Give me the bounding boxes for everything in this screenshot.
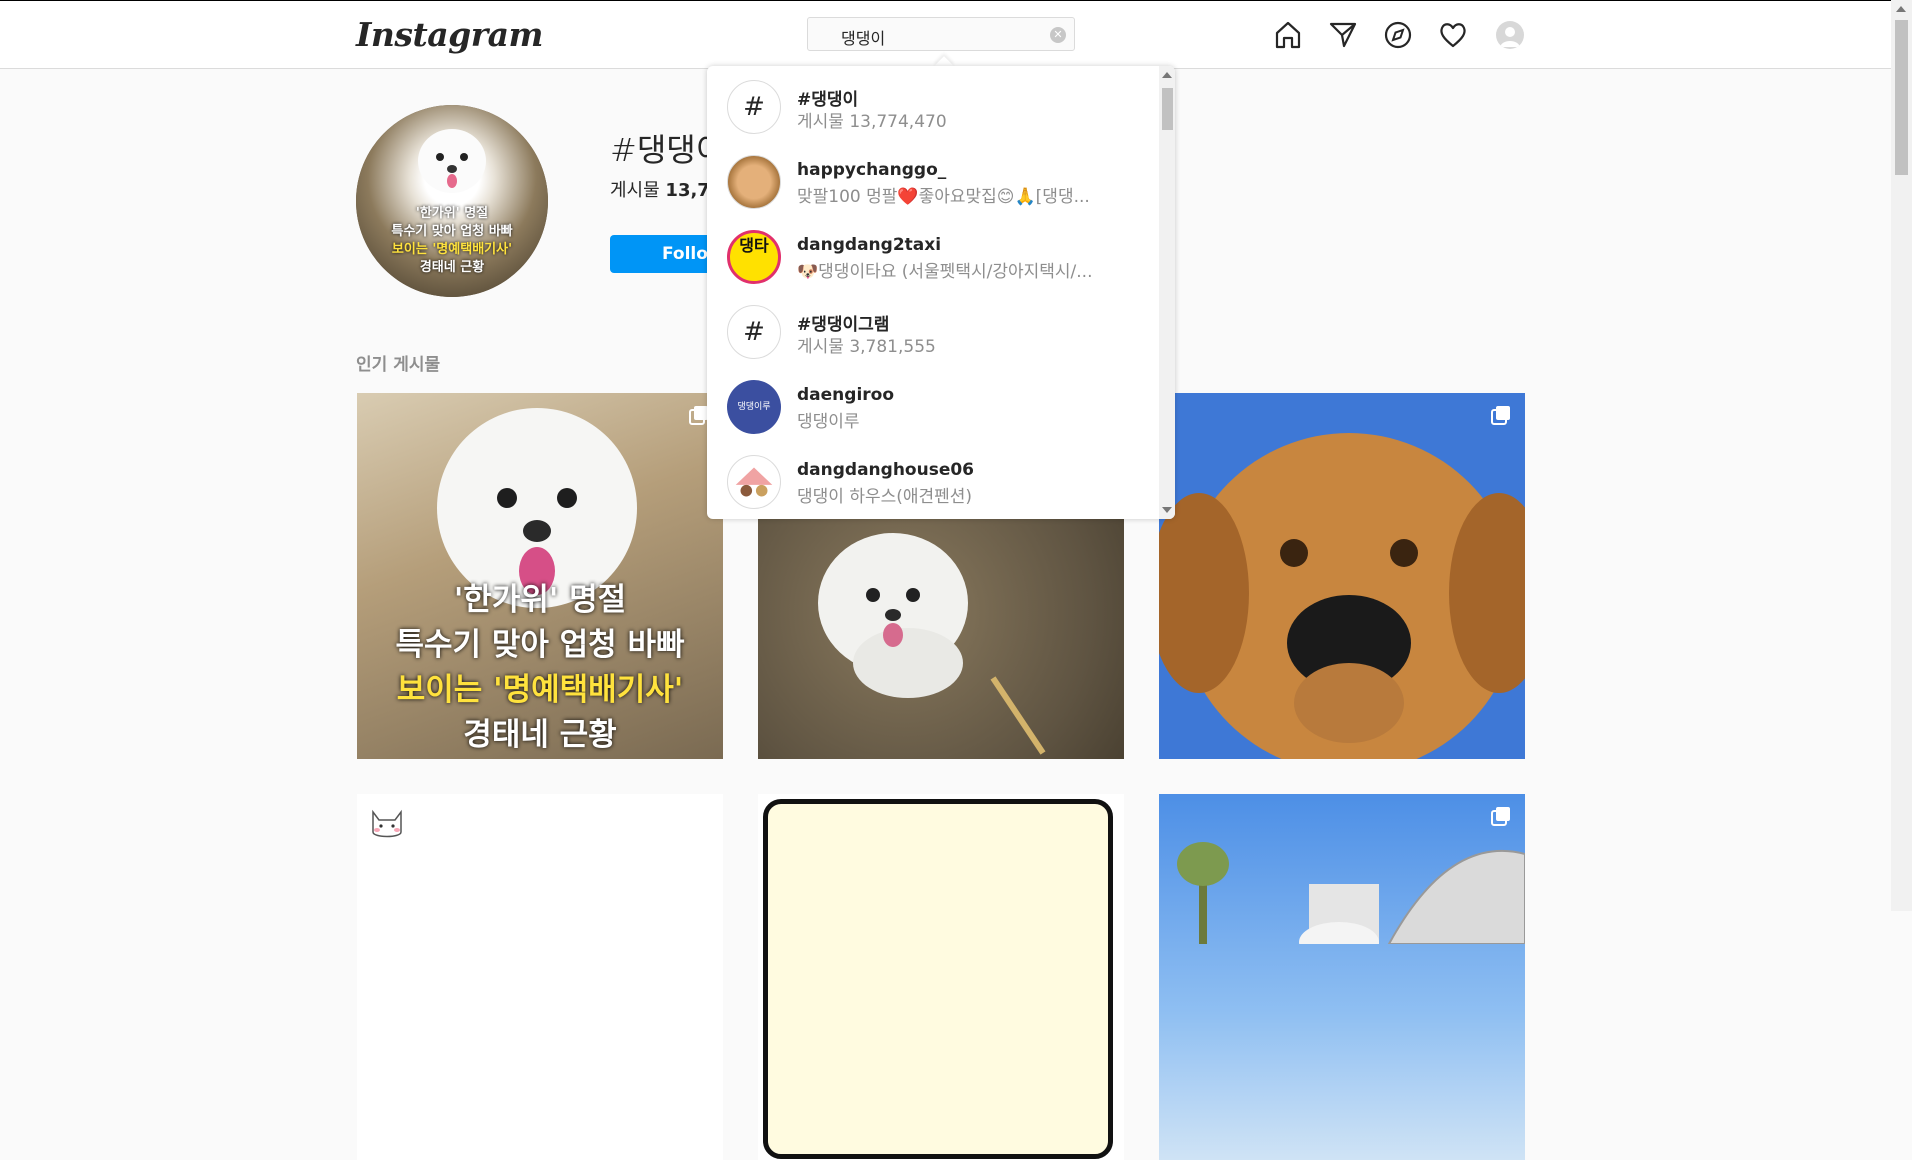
explore-compass-icon[interactable]	[1382, 19, 1414, 51]
page-scroll-thumb[interactable]	[1895, 20, 1908, 175]
user-avatar: 댕타	[727, 230, 781, 284]
result-title: dangdang2taxi	[797, 235, 942, 255]
result-subtitle: 댕댕이 하우스(애견펜션)	[797, 487, 973, 507]
post-card-graphic	[763, 799, 1113, 1159]
post-tile[interactable]	[1159, 393, 1525, 759]
search-result-user[interactable]: happychanggo_ 맞팔100 멍팔❤️좋아요맞집😊🙏[댕댕...	[707, 141, 1157, 216]
clear-search-icon[interactable]: ✕	[1050, 27, 1066, 43]
result-title: happychanggo_	[797, 160, 947, 180]
activity-heart-icon[interactable]	[1437, 19, 1469, 51]
dog-photo-graphic	[1159, 433, 1525, 759]
search-result-user[interactable]: dangdanghouse06 댕댕이 하우스(애견펜션)	[707, 441, 1157, 516]
dropdown-scrollbar[interactable]	[1159, 66, 1175, 519]
result-subtitle: 게시물 3,781,555	[797, 337, 936, 357]
post-caption: '한가위' 명절 특수기 맞아 업청 바빠 보이는 '명예택배기사' 경태네 근…	[395, 582, 685, 753]
search-result-hashtag[interactable]: # #댕댕이그램 게시물 3,781,555	[707, 291, 1157, 366]
dog-face-graphic	[418, 129, 486, 193]
search-result-user[interactable]: 댕댕이루 daengiroo 댕댕이루	[707, 366, 1157, 441]
profile-avatar[interactable]	[1496, 21, 1524, 49]
post-count-label: 게시물	[610, 180, 660, 201]
section-top-posts-label: 인기 게시물	[356, 355, 441, 375]
result-title: daengiroo	[797, 385, 895, 405]
instagram-logo[interactable]: Instagram	[356, 15, 543, 54]
profile-image-caption: '한가위' 명절 특수기 맞아 업청 바빠 보이는 '명예택배기사' 경태네 근…	[391, 206, 513, 275]
page-scrollbar[interactable]	[1891, 0, 1912, 911]
user-avatar	[727, 455, 781, 509]
search-result-hashtag[interactable]: # #댕댕이 게시물 13,774,470	[707, 66, 1157, 141]
hashtag-icon: #	[727, 305, 781, 359]
result-subtitle: 맞팔100 멍팔❤️좋아요맞집😊🙏[댕댕...	[797, 187, 1090, 207]
result-subtitle: 🐶댕댕이타요 (서울펫택시/강아지택시/...	[797, 262, 1093, 282]
multiple-photos-icon	[689, 405, 709, 425]
multiple-photos-icon	[1491, 806, 1511, 826]
post-tile[interactable]: '한가위' 명절 특수기 맞아 업청 바빠 보이는 '명예택배기사' 경태네 근…	[357, 393, 723, 759]
post-count: 게시물 13,7	[610, 176, 710, 202]
search-result-user[interactable]: 댕타 dangdang2taxi 🐶댕댕이타요 (서울펫택시/강아지택시/...	[707, 216, 1157, 291]
user-avatar: 댕댕이루	[727, 380, 781, 434]
post-count-value: 13,7	[665, 180, 710, 201]
post-tile[interactable]	[758, 794, 1124, 1160]
park-photo-graphic	[1177, 842, 1525, 944]
scroll-up-arrow[interactable]	[1896, 6, 1906, 12]
post-tile[interactable]	[357, 794, 723, 1160]
search-results-dropdown: # #댕댕이 게시물 13,774,470 happychanggo_ 맞팔10…	[707, 66, 1175, 519]
dog-photo-graphic	[818, 533, 968, 698]
cat-emoji-graphic	[372, 809, 402, 838]
hashtag-icon: #	[727, 80, 781, 134]
result-title: dangdanghouse06	[797, 460, 975, 480]
search-input-value: 댕댕이	[841, 29, 886, 48]
user-avatar	[727, 155, 781, 209]
dropdown-scroll-thumb[interactable]	[1162, 88, 1173, 130]
result-subtitle: 댕댕이루	[797, 412, 860, 432]
result-subtitle: 게시물 13,774,470	[797, 112, 947, 132]
hashtag-profile-image: '한가위' 명절 특수기 맞아 업청 바빠 보이는 '명예택배기사' 경태네 근…	[356, 105, 548, 297]
search-input[interactable]: 댕댕이 ✕	[807, 17, 1075, 51]
post-tile[interactable]	[1159, 794, 1525, 1160]
home-icon[interactable]	[1272, 19, 1304, 51]
direct-message-icon[interactable]	[1327, 19, 1359, 51]
multiple-photos-icon	[1491, 405, 1511, 425]
